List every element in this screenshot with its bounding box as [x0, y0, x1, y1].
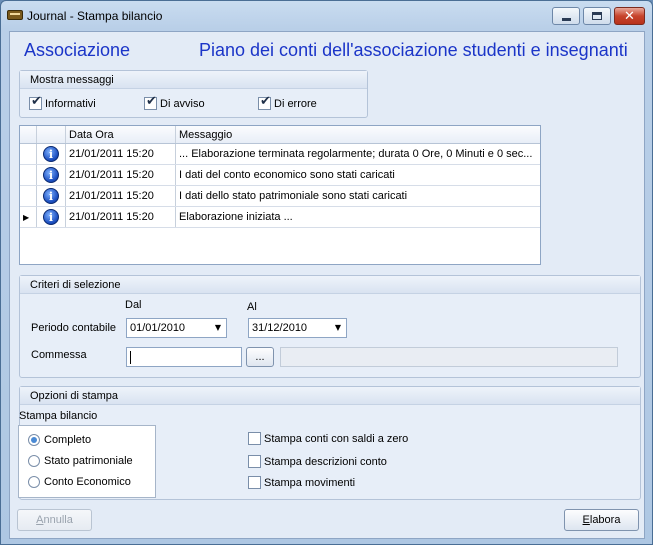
job-code-input[interactable] — [126, 347, 242, 367]
balance-complete-label: Completo — [44, 434, 92, 446]
row-indicator: ▶ — [20, 207, 37, 227]
row-message: I dati del conto economico sono stati ca… — [179, 169, 395, 181]
info-icon: i — [43, 146, 59, 162]
table-row[interactable]: i 21/01/2011 15:20 I dati dello stato pa… — [20, 186, 540, 207]
chart-of-accounts-title: Piano dei conti dell'associazione studen… — [199, 40, 628, 60]
text-caret — [130, 351, 131, 364]
table-row[interactable]: i 21/01/2011 15:20 ... Elaborazione term… — [20, 144, 540, 165]
process-button-mnemonic: E — [582, 514, 590, 526]
filter-warning-checkbox[interactable] — [144, 94, 157, 110]
print-descriptions-option[interactable]: Stampa descrizioni conto — [248, 455, 387, 468]
row-indicator — [20, 144, 37, 164]
app-icon — [7, 10, 23, 20]
minimize-button[interactable] — [552, 7, 580, 25]
minimize-icon — [561, 17, 571, 21]
process-button-label: labora — [589, 514, 621, 526]
period-to-date-picker[interactable]: 31/12/2010 ▼ — [248, 318, 347, 338]
dropdown-arrow-icon[interactable]: ▼ — [215, 323, 221, 332]
table-row[interactable]: ▶ i 21/01/2011 15:20 Elaborazione inizia… — [20, 207, 540, 228]
balance-type-label: Stampa bilancio — [19, 410, 98, 422]
row-icon-cell: i — [37, 165, 66, 185]
info-icon: i — [43, 188, 59, 204]
row-icon-cell: i — [37, 186, 66, 206]
period-to-value: 31/12/2010 — [252, 322, 308, 334]
row-message: ... Elaborazione terminata regolarmente;… — [179, 148, 533, 160]
print-zero-balance-checkbox[interactable] — [248, 432, 261, 445]
job-browse-button[interactable]: ... — [246, 347, 274, 367]
selection-criteria-title: Criteri di selezione — [20, 276, 640, 294]
grid-header-row: Data Ora Messaggio — [20, 126, 540, 144]
balance-assets-option[interactable]: Stato patrimoniale — [28, 455, 133, 467]
dialog-body: Associazione Piano dei conti dell'associ… — [9, 31, 645, 539]
row-datetime: 21/01/2011 15:20 — [66, 144, 176, 164]
balance-complete-radio[interactable] — [28, 434, 40, 446]
grid-header-datetime[interactable]: Data Ora — [66, 126, 176, 143]
messages-filter-title: Mostra messaggi — [20, 71, 367, 89]
maximize-icon — [592, 12, 602, 20]
row-message: Elaborazione iniziata ... — [179, 211, 293, 223]
info-icon: i — [43, 209, 59, 225]
title-bar[interactable]: Journal - Stampa bilancio ✕ — [1, 1, 652, 31]
balance-income-label: Conto Economico — [44, 476, 131, 488]
period-to-label: Al — [247, 301, 257, 313]
balance-type-radio-group: Completo Stato patrimoniale Conto Econom… — [18, 425, 156, 498]
row-datetime: 21/01/2011 15:20 — [66, 165, 176, 185]
filter-warning-label: Di avviso — [160, 97, 205, 110]
cancel-button-label: nnulla — [43, 514, 73, 526]
print-descriptions-label: Stampa descrizioni conto — [264, 455, 387, 468]
print-zero-balance-option[interactable]: Stampa conti con saldi a zero — [248, 432, 408, 445]
balance-income-radio[interactable] — [28, 476, 40, 488]
filter-info-checkbox[interactable] — [29, 94, 42, 110]
main-window: Journal - Stampa bilancio ✕ Associazione… — [0, 0, 653, 545]
row-indicator — [20, 165, 37, 185]
association-title: Associazione — [24, 40, 131, 60]
job-description-field — [280, 347, 618, 367]
filter-info-label: Informativi — [45, 97, 96, 110]
row-datetime: 21/01/2011 15:20 — [66, 186, 176, 206]
row-message: I dati dello stato patrimoniale sono sta… — [179, 190, 408, 202]
print-movements-option[interactable]: Stampa movimenti — [248, 476, 355, 489]
close-icon: ✕ — [624, 8, 635, 24]
print-movements-label: Stampa movimenti — [264, 476, 356, 489]
filter-error-label: Di errore — [274, 97, 317, 110]
close-button[interactable]: ✕ — [614, 7, 645, 25]
filter-info-option[interactable]: Informativi — [29, 94, 96, 110]
print-options-title: Opzioni di stampa — [20, 387, 640, 405]
cancel-button[interactable]: Annulla — [17, 509, 92, 531]
period-from-label: Dal — [125, 299, 142, 311]
filter-error-checkbox[interactable] — [258, 94, 271, 110]
filter-warning-option[interactable]: Di avviso — [144, 94, 205, 110]
message-log-grid[interactable]: Data Ora Messaggio i 21/01/2011 15:20 ..… — [19, 125, 541, 265]
messages-filter-group: Mostra messaggi Informativi Di avviso Di… — [19, 70, 368, 118]
print-movements-checkbox[interactable] — [248, 476, 261, 489]
selection-criteria-group: Criteri di selezione Dal Al Periodo cont… — [19, 275, 641, 378]
dropdown-arrow-icon[interactable]: ▼ — [335, 323, 341, 332]
row-indicator — [20, 186, 37, 206]
balance-income-option[interactable]: Conto Economico — [28, 476, 131, 488]
row-datetime: 21/01/2011 15:20 — [66, 207, 176, 227]
row-icon-cell: i — [37, 207, 66, 227]
grid-header-icon — [37, 126, 66, 143]
print-descriptions-checkbox[interactable] — [248, 455, 261, 468]
row-icon-cell: i — [37, 144, 66, 164]
period-from-date-picker[interactable]: 01/01/2010 ▼ — [126, 318, 227, 338]
job-label: Commessa — [31, 349, 87, 361]
print-zero-balance-label: Stampa conti con saldi a zero — [264, 432, 409, 445]
grid-header-indicator — [20, 126, 37, 143]
filter-error-option[interactable]: Di errore — [258, 94, 317, 110]
current-row-marker-icon: ▶ — [23, 212, 30, 222]
balance-assets-label: Stato patrimoniale — [44, 455, 133, 467]
period-label: Periodo contabile — [31, 322, 117, 334]
balance-complete-option[interactable]: Completo — [28, 434, 91, 446]
process-button[interactable]: Elabora — [564, 509, 639, 531]
info-icon: i — [43, 167, 59, 183]
period-from-value: 01/01/2010 — [130, 322, 186, 334]
table-row[interactable]: i 21/01/2011 15:20 I dati del conto econ… — [20, 165, 540, 186]
grid-header-message[interactable]: Messaggio — [176, 126, 542, 143]
balance-assets-radio[interactable] — [28, 455, 40, 467]
window-title: Journal - Stampa bilancio — [27, 9, 163, 23]
maximize-button[interactable] — [583, 7, 611, 25]
